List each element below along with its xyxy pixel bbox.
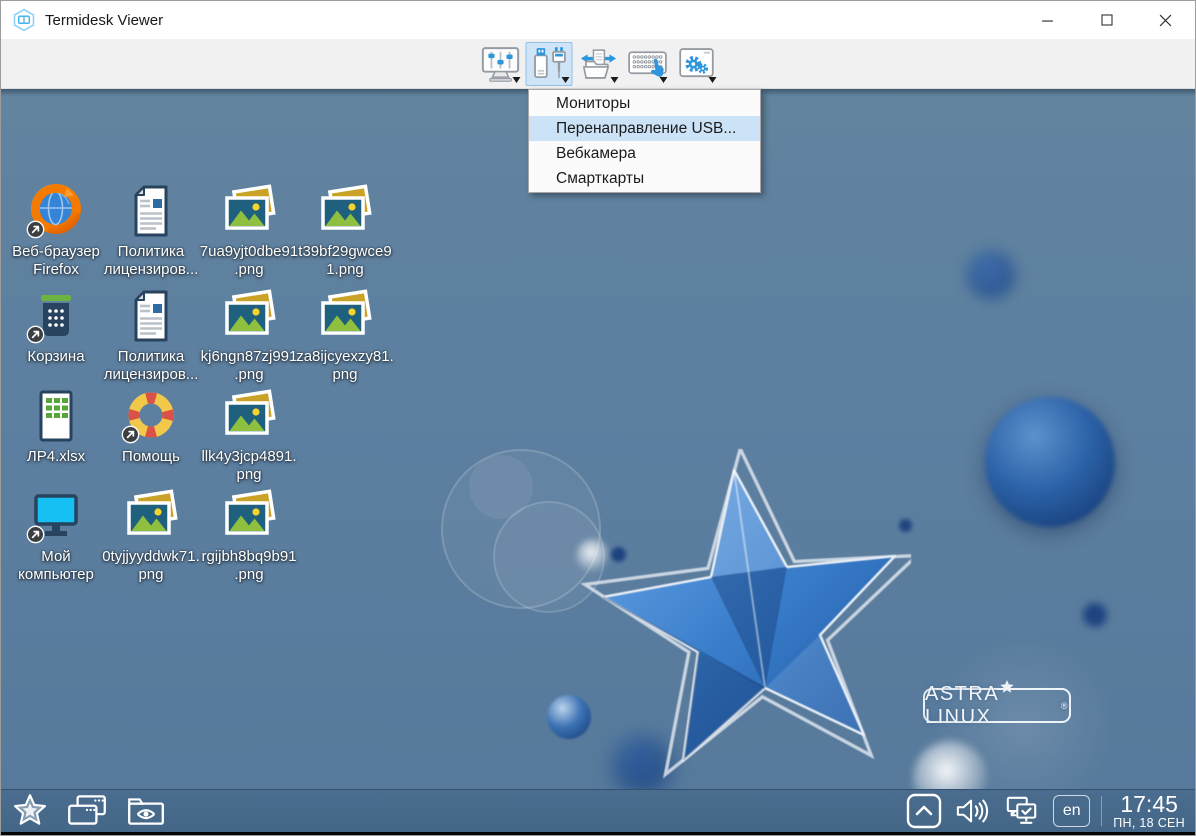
- trash-icon: [27, 287, 85, 345]
- firefox-icon: [27, 182, 85, 240]
- toolbar-button-send-shortcuts[interactable]: [624, 42, 671, 86]
- desktop-icon-label: Корзина: [27, 348, 84, 366]
- image-icon: [220, 387, 278, 445]
- star-icon: [11, 792, 49, 830]
- desktop-icon-label: t39bf29gwce91.png: [298, 243, 391, 278]
- image-icon: [316, 287, 374, 345]
- speaker-icon: [953, 795, 991, 827]
- document-icon: [122, 182, 180, 240]
- toolbar: [1, 39, 1195, 89]
- document-icon: [122, 287, 180, 345]
- remote-desktop[interactable]: ASTRA LINUX® Веб-браузерFirefoxПолитикал…: [1, 89, 1196, 791]
- clock-time: 17:45: [1120, 793, 1178, 816]
- image-icon: [220, 487, 278, 545]
- maximize-icon: [1101, 14, 1113, 26]
- termidesk-logo-icon: [12, 8, 36, 32]
- desktop-icon-label: za8ijcyexzy81.png: [296, 348, 394, 383]
- taskbar-button-start[interactable]: [11, 792, 49, 830]
- shortcut-arrow-icon: [26, 220, 45, 239]
- toolbar-button-usb-redirect[interactable]: [526, 42, 573, 86]
- minimize-icon: [1041, 14, 1054, 27]
- volume-button[interactable]: [953, 795, 991, 827]
- help-icon: [122, 387, 180, 445]
- screen-bottom-strip: [1, 832, 1195, 835]
- dropdown-caret-icon: [611, 77, 619, 83]
- tray-expand-button[interactable]: [906, 793, 942, 829]
- shortcut-arrow-icon: [26, 325, 45, 344]
- language-indicator[interactable]: en: [1053, 795, 1090, 827]
- astra-logo-star-icon: [999, 679, 1016, 696]
- wallpaper-bokeh: [469, 455, 533, 519]
- desktop-icon-label: ЛР4.xlsx: [27, 448, 85, 466]
- desktop-icon-image[interactable]: t39bf29gwce91.png: [280, 182, 410, 278]
- window-controls: [1018, 1, 1195, 39]
- titlebar: Termidesk Viewer: [1, 1, 1195, 39]
- minimize-button[interactable]: [1018, 1, 1077, 39]
- network-status-button[interactable]: [1002, 794, 1042, 828]
- dropdown-caret-icon: [709, 77, 717, 83]
- shortcut-arrow-icon: [26, 525, 45, 544]
- dropdown-caret-icon: [513, 77, 521, 83]
- wallpaper-sphere: [985, 397, 1115, 527]
- astra-linux-logo: ASTRA LINUX®: [923, 688, 1071, 723]
- taskbar: en 17:45 ПН, 18 СЕН: [1, 789, 1195, 832]
- tray-divider: [1101, 796, 1102, 826]
- menu-item[interactable]: Смарткарты: [529, 166, 760, 191]
- menu-item[interactable]: Перенаправление USB...: [529, 116, 760, 141]
- astra-star-graphic: [561, 449, 911, 789]
- wallpaper-sphere: [967, 251, 1015, 299]
- image-icon: [220, 182, 278, 240]
- desktop-icon-image[interactable]: za8ijcyexzy81.png: [280, 287, 410, 383]
- desktop-icon-image[interactable]: rgijbh8bq9b91.png: [184, 487, 314, 583]
- taskbar-button-windows[interactable]: [64, 792, 110, 830]
- maximize-button[interactable]: [1077, 1, 1136, 39]
- toolbar-button-display-settings[interactable]: [477, 42, 524, 86]
- dropdown-caret-icon: [660, 77, 668, 83]
- menu-item[interactable]: Вебкамера: [529, 141, 760, 166]
- shortcut-arrow-icon: [121, 425, 140, 444]
- toolbar-buttons: [477, 42, 720, 86]
- clock-date: ПН, 18 СЕН: [1113, 816, 1185, 830]
- toolbar-button-file-transfer[interactable]: [575, 42, 622, 86]
- image-icon: [220, 287, 278, 345]
- desktop-icon-label: Мойкомпьютер: [18, 548, 94, 583]
- desktop-icon-image[interactable]: llk4y3jcp4891.png: [184, 387, 314, 483]
- chevron-up-icon: [906, 793, 942, 829]
- clock[interactable]: 17:45 ПН, 18 СЕН: [1113, 793, 1188, 830]
- close-icon: [1159, 14, 1172, 27]
- window-title: Termidesk Viewer: [45, 12, 163, 29]
- xlsx-icon: [27, 387, 85, 445]
- taskbar-left: [1, 792, 167, 830]
- computer-icon: [27, 487, 85, 545]
- taskbar-button-file-manager[interactable]: [125, 793, 167, 829]
- desktop-icon-label: llk4y3jcp4891.png: [201, 448, 296, 483]
- folder-eye-icon: [125, 793, 167, 829]
- astra-logo-text: ASTRA LINUX: [925, 683, 1059, 729]
- windows-icon: [64, 792, 110, 830]
- menu-item[interactable]: Мониторы: [529, 91, 760, 116]
- image-icon: [316, 182, 374, 240]
- wallpaper-sphere: [1083, 603, 1107, 627]
- network-monitors-check-icon: [1002, 794, 1042, 828]
- desktop-icon-label: Помощь: [122, 448, 180, 466]
- taskbar-tray: en 17:45 ПН, 18 СЕН: [906, 793, 1195, 830]
- desktop-icon-label: rgijbh8bq9b91.png: [201, 548, 296, 583]
- close-button[interactable]: [1136, 1, 1195, 39]
- toolbar-button-preferences[interactable]: [673, 42, 720, 86]
- termidesk-viewer-window: Termidesk Viewer: [0, 0, 1196, 836]
- image-icon: [122, 487, 180, 545]
- usb-dropdown-menu: МониторыПеренаправление USB...ВебкамераС…: [528, 89, 761, 193]
- dropdown-caret-icon: [562, 77, 570, 83]
